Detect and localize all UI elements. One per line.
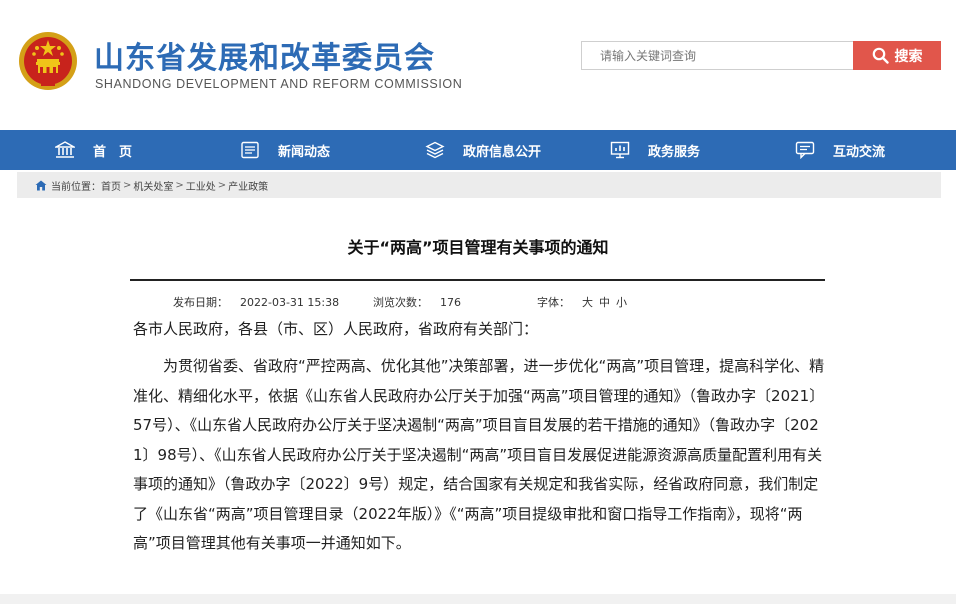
nav-item-gov-info[interactable]: 政府信息公开: [425, 130, 541, 170]
nav-item-label: 互动交流: [833, 144, 886, 160]
view-count-value: 176: [440, 296, 461, 309]
breadcrumb-item-home[interactable]: 首页: [101, 178, 121, 193]
publish-date-label: 发布日期：: [173, 296, 228, 309]
nav-item-news[interactable]: 新闻动态: [240, 130, 330, 170]
nav-item-label: 政务服务: [648, 144, 701, 160]
publish-date-value: 2022-03-31 15:38: [240, 296, 340, 309]
site-title[interactable]: 山东省发展和改革委员会: [94, 33, 435, 77]
font-size-selector: 字体： 大中小: [537, 294, 627, 310]
font-size-medium[interactable]: 中: [599, 296, 610, 309]
nav-item-label: 政府信息公开: [463, 144, 542, 160]
title-divider: [130, 279, 825, 281]
view-count-label: 浏览次数：: [373, 296, 428, 309]
font-size-small[interactable]: 小: [616, 296, 627, 309]
main-nav: 首 页 新闻动态 政府信息公开 政务服务 互动交流: [0, 130, 956, 170]
search-input[interactable]: [582, 42, 850, 69]
home-icon: [35, 180, 47, 190]
breadcrumb: 当前位置： 首页 > 机关处室 > 工业处 > 产业政策: [17, 172, 941, 198]
font-size-large[interactable]: 大: [582, 296, 593, 309]
national-emblem-icon: [19, 32, 77, 90]
font-size-label: 字体：: [537, 296, 570, 309]
breadcrumb-prefix: 当前位置：: [51, 181, 101, 193]
site-subtitle: SHANDONG DEVELOPMENT AND REFORM COMMISSI…: [95, 77, 463, 91]
layers-icon: [425, 141, 445, 159]
article-paragraph: 为贯彻省委、省政府“严控两高、优化其他”决策部署，进一步优化“两高”项目管理，提…: [133, 357, 825, 552]
news-icon: [241, 141, 259, 159]
nav-item-interaction[interactable]: 互动交流: [795, 130, 885, 170]
chart-screen-icon: [610, 141, 630, 159]
nav-item-home[interactable]: 首 页: [55, 130, 132, 170]
article-title: 关于“两高”项目管理有关事项的通知: [347, 238, 609, 257]
breadcrumb-separator: >: [217, 179, 227, 191]
search-box: [581, 41, 853, 70]
search-button-label: 搜索: [894, 48, 923, 65]
nav-item-label: 新闻动态: [278, 144, 331, 160]
site-header: 山东省发展和改革委员会 SHANDONG DEVELOPMENT AND REF…: [0, 0, 956, 130]
view-count: 浏览次数： 176: [373, 294, 461, 310]
breadcrumb-item-industry-policy[interactable]: 产业政策: [228, 178, 268, 193]
nav-item-label: 首 页: [93, 144, 133, 160]
breadcrumb-item-departments[interactable]: 机关处室: [133, 178, 173, 193]
breadcrumb-item-industry-office[interactable]: 工业处: [186, 178, 216, 193]
search-icon: [872, 47, 889, 64]
chat-icon: [795, 141, 815, 159]
breadcrumb-separator: >: [175, 179, 184, 191]
search-button[interactable]: 搜索: [853, 41, 941, 70]
page-bottom-strip: [0, 594, 956, 604]
publish-date: 发布日期： 2022-03-31 15:38: [173, 294, 339, 310]
building-icon: [55, 141, 75, 158]
nav-item-services[interactable]: 政务服务: [610, 130, 700, 170]
article-salutation: 各市人民政府，各县（市、区）人民政府，省政府有关部门：: [133, 320, 539, 338]
breadcrumb-separator: >: [123, 179, 132, 191]
